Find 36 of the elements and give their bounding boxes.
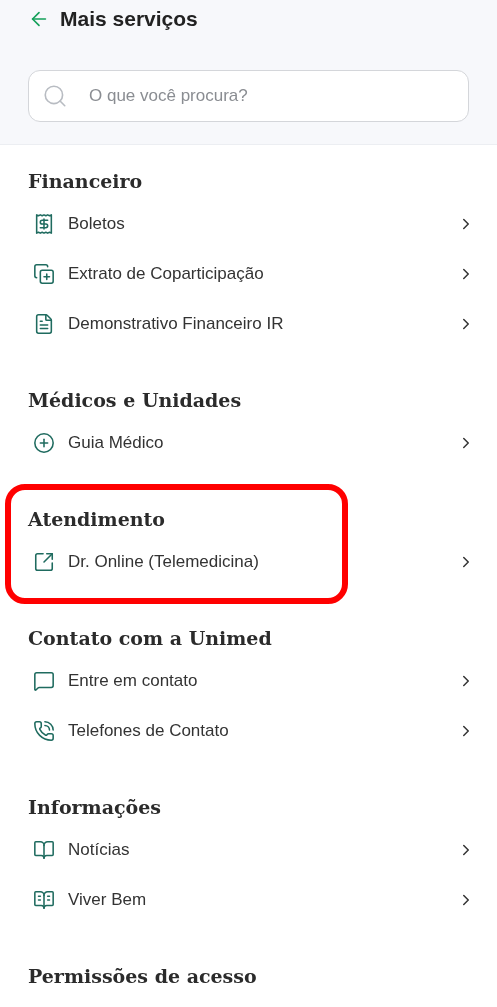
item-label: Dr. Online (Telemedicina) (68, 551, 260, 574)
message-icon (33, 670, 55, 692)
menu-item[interactable]: Dr. Online (Telemedicina) (0, 537, 497, 587)
item-label: Demonstrativo Financeiro IR (68, 313, 285, 336)
page-title: Mais serviços (60, 6, 198, 33)
menu-item[interactable]: Demonstrativo Financeiro IR (0, 299, 497, 349)
phone-icon (33, 720, 55, 742)
section-title: Financeiro (28, 168, 143, 194)
item-label: Viver Bem (68, 889, 148, 912)
menu-item[interactable]: Viver Bem (0, 875, 497, 925)
book-icon (33, 889, 55, 911)
menu-item[interactable]: Notícias (0, 825, 497, 875)
section-title: Atendimento (28, 506, 166, 532)
document-icon (33, 313, 55, 335)
item-label: Guia Médico (68, 432, 165, 455)
section-title: Contato com a Unimed (28, 625, 272, 651)
item-label: Entre em contato (68, 670, 199, 693)
menu-item[interactable]: Entre em contato (0, 656, 497, 706)
menu-item[interactable]: Guia Médico (0, 418, 497, 468)
search-icon (42, 83, 68, 109)
menu-item[interactable]: Telefones de Contato (0, 706, 497, 756)
item-label: Telefones de Contato (68, 720, 230, 743)
receipt-icon (33, 213, 55, 235)
search-field[interactable]: O que você procura? (28, 70, 469, 122)
plus-circle-icon (33, 432, 55, 454)
item-label: Extrato de Coparticipação (68, 263, 265, 286)
section-title: Permissões de acesso (28, 963, 257, 989)
section-title: Médicos e Unidades (28, 387, 242, 413)
book-icon (33, 839, 55, 861)
copy-plus-icon (33, 263, 55, 285)
menu-item[interactable]: Boletos (0, 199, 497, 249)
menu-item[interactable]: Extrato de Coparticipação (0, 249, 497, 299)
section-title: Informações (28, 794, 161, 820)
external-link-icon (33, 551, 55, 573)
item-label: Boletos (68, 213, 126, 236)
item-label: Notícias (68, 839, 131, 862)
